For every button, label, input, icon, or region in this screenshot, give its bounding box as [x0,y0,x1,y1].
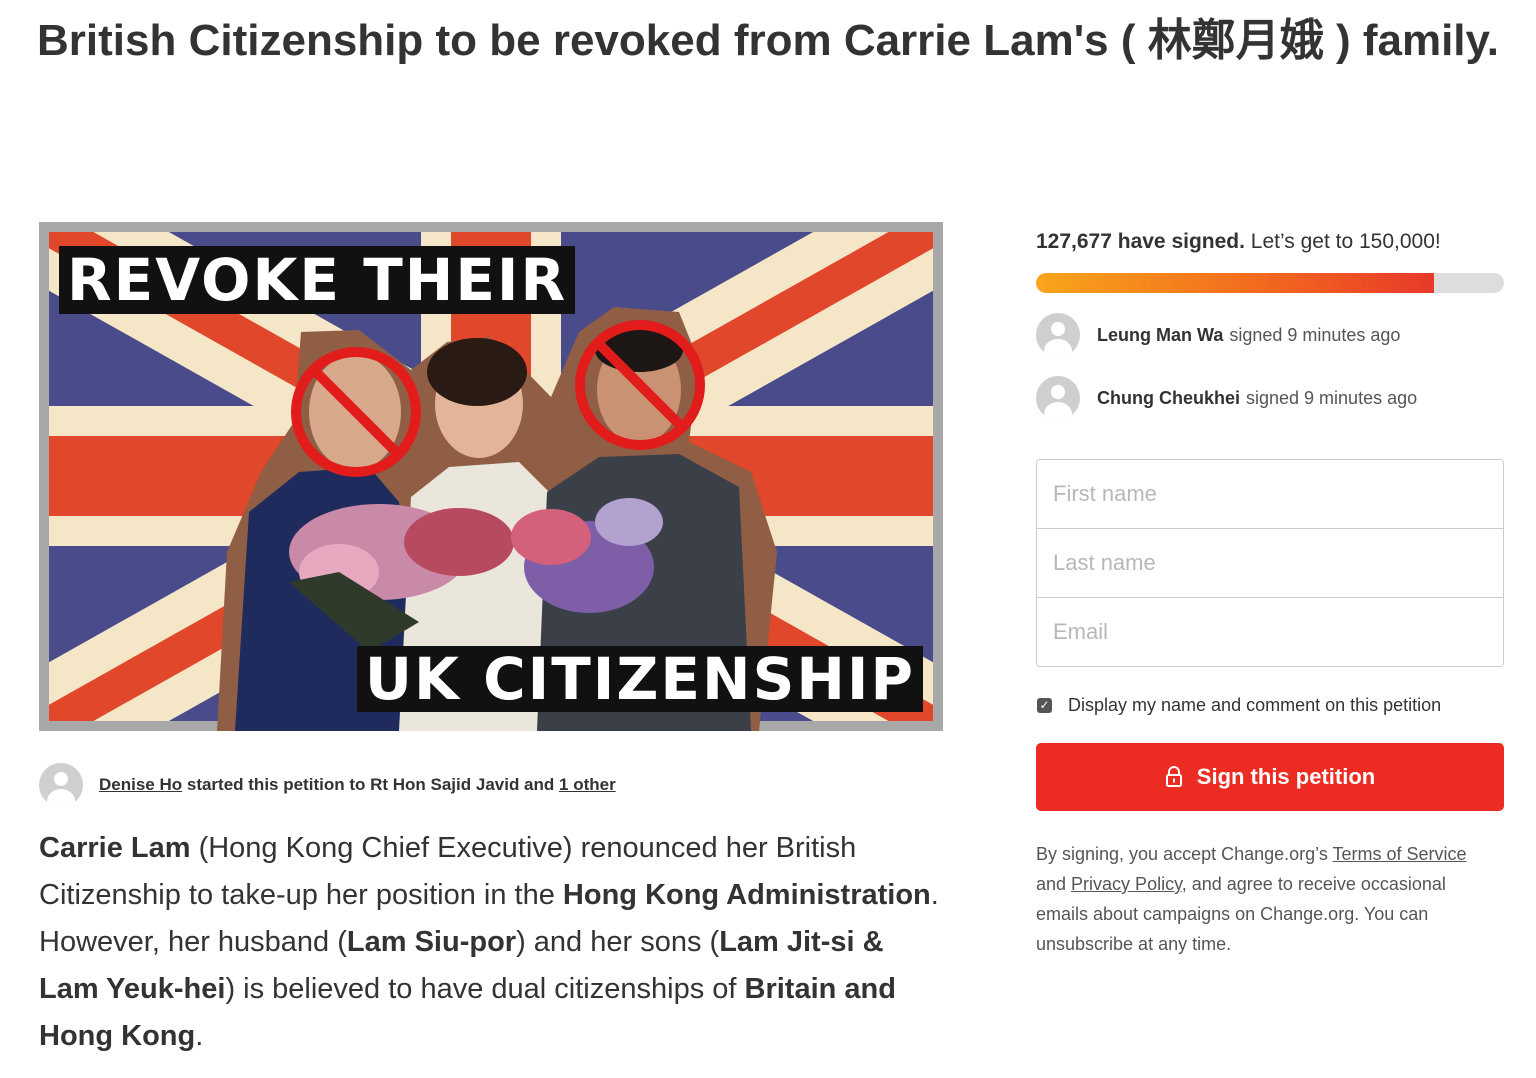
petition-title: British Citizenship to be revoked from C… [37,16,1499,65]
first-name-input[interactable] [1037,460,1503,529]
desc-bold-3: Hong Kong Administration [562,879,931,911]
starter-avatar [39,763,83,807]
signature-progress-bar [1036,273,1504,293]
desc-bold-5: Lam Siu-por [346,926,517,958]
petition-hero-image: REVOKE THEIR UK CITIZENSHIP [39,222,943,731]
signature-goal: Let’s get to 150,000! [1244,230,1441,253]
signer-name: Chung Cheukhei [1097,387,1240,408]
other-decision-makers-link[interactable]: 1 other [559,775,616,794]
privacy-policy-link[interactable]: Privacy Policy [1071,874,1182,894]
signature-sidebar: 127,677 have signed. Let’s get to 150,00… [1036,222,1504,959]
signer-avatar [1036,376,1080,420]
signature-count: 127,677 have signed. Let’s get to 150,00… [1036,222,1504,262]
email-input[interactable] [1037,598,1503,666]
legal-pre: By signing, you accept Change.org’s [1036,844,1333,864]
signer-avatar [1036,313,1080,357]
petition-starter: Denise Ho started this petition to Rt Ho… [39,763,616,807]
sign-petition-button[interactable]: Sign this petition [1036,743,1504,811]
hero-banner-bottom: UK CITIZENSHIP [356,646,923,712]
terms-of-service-link[interactable]: Terms of Service [1333,844,1467,864]
signer-name: Leung Man Wa [1097,324,1224,345]
petition-description: Carrie Lam (Hong Kong Chief Executive) r… [39,825,939,1060]
display-name-checkbox[interactable]: ✓ [1037,697,1052,713]
desc-text-10: . [195,1020,204,1052]
sign-form [1036,459,1504,667]
starter-text: Denise Ho started this petition to Rt Ho… [99,775,616,795]
signature-progress-fill [1036,273,1435,293]
desc-text-6: ) and her sons ( [516,926,720,958]
recent-signer: Chung Cheukhei signed 9 minutes ago [1036,376,1504,420]
hero-banner-top: REVOKE THEIR [59,246,576,314]
sign-petition-label: Sign this petition [1196,764,1376,789]
desc-text-8: ) is believed to have dual citizenships … [225,973,745,1005]
display-name-label: Display my name and comment on this peti… [1068,694,1442,715]
legal-notice: By signing, you accept Change.org’s Term… [1036,839,1496,959]
signer-time: signed 9 minutes ago [1246,387,1418,408]
signer-time: signed 9 minutes ago [1229,324,1401,345]
lock-icon [1165,766,1182,787]
starter-middle-text: started this petition to Rt Hon Sajid Ja… [182,775,560,794]
last-name-input[interactable] [1037,529,1503,598]
desc-bold-1: Carrie Lam [39,832,191,864]
signature-count-number: 127,677 have signed. [1036,230,1245,253]
recent-signer: Leung Man Wa signed 9 minutes ago [1036,313,1504,357]
display-name-option: ✓ Display my name and comment on this pe… [1036,691,1504,719]
starter-name-link[interactable]: Denise Ho [99,775,182,794]
legal-and: and [1036,874,1072,894]
